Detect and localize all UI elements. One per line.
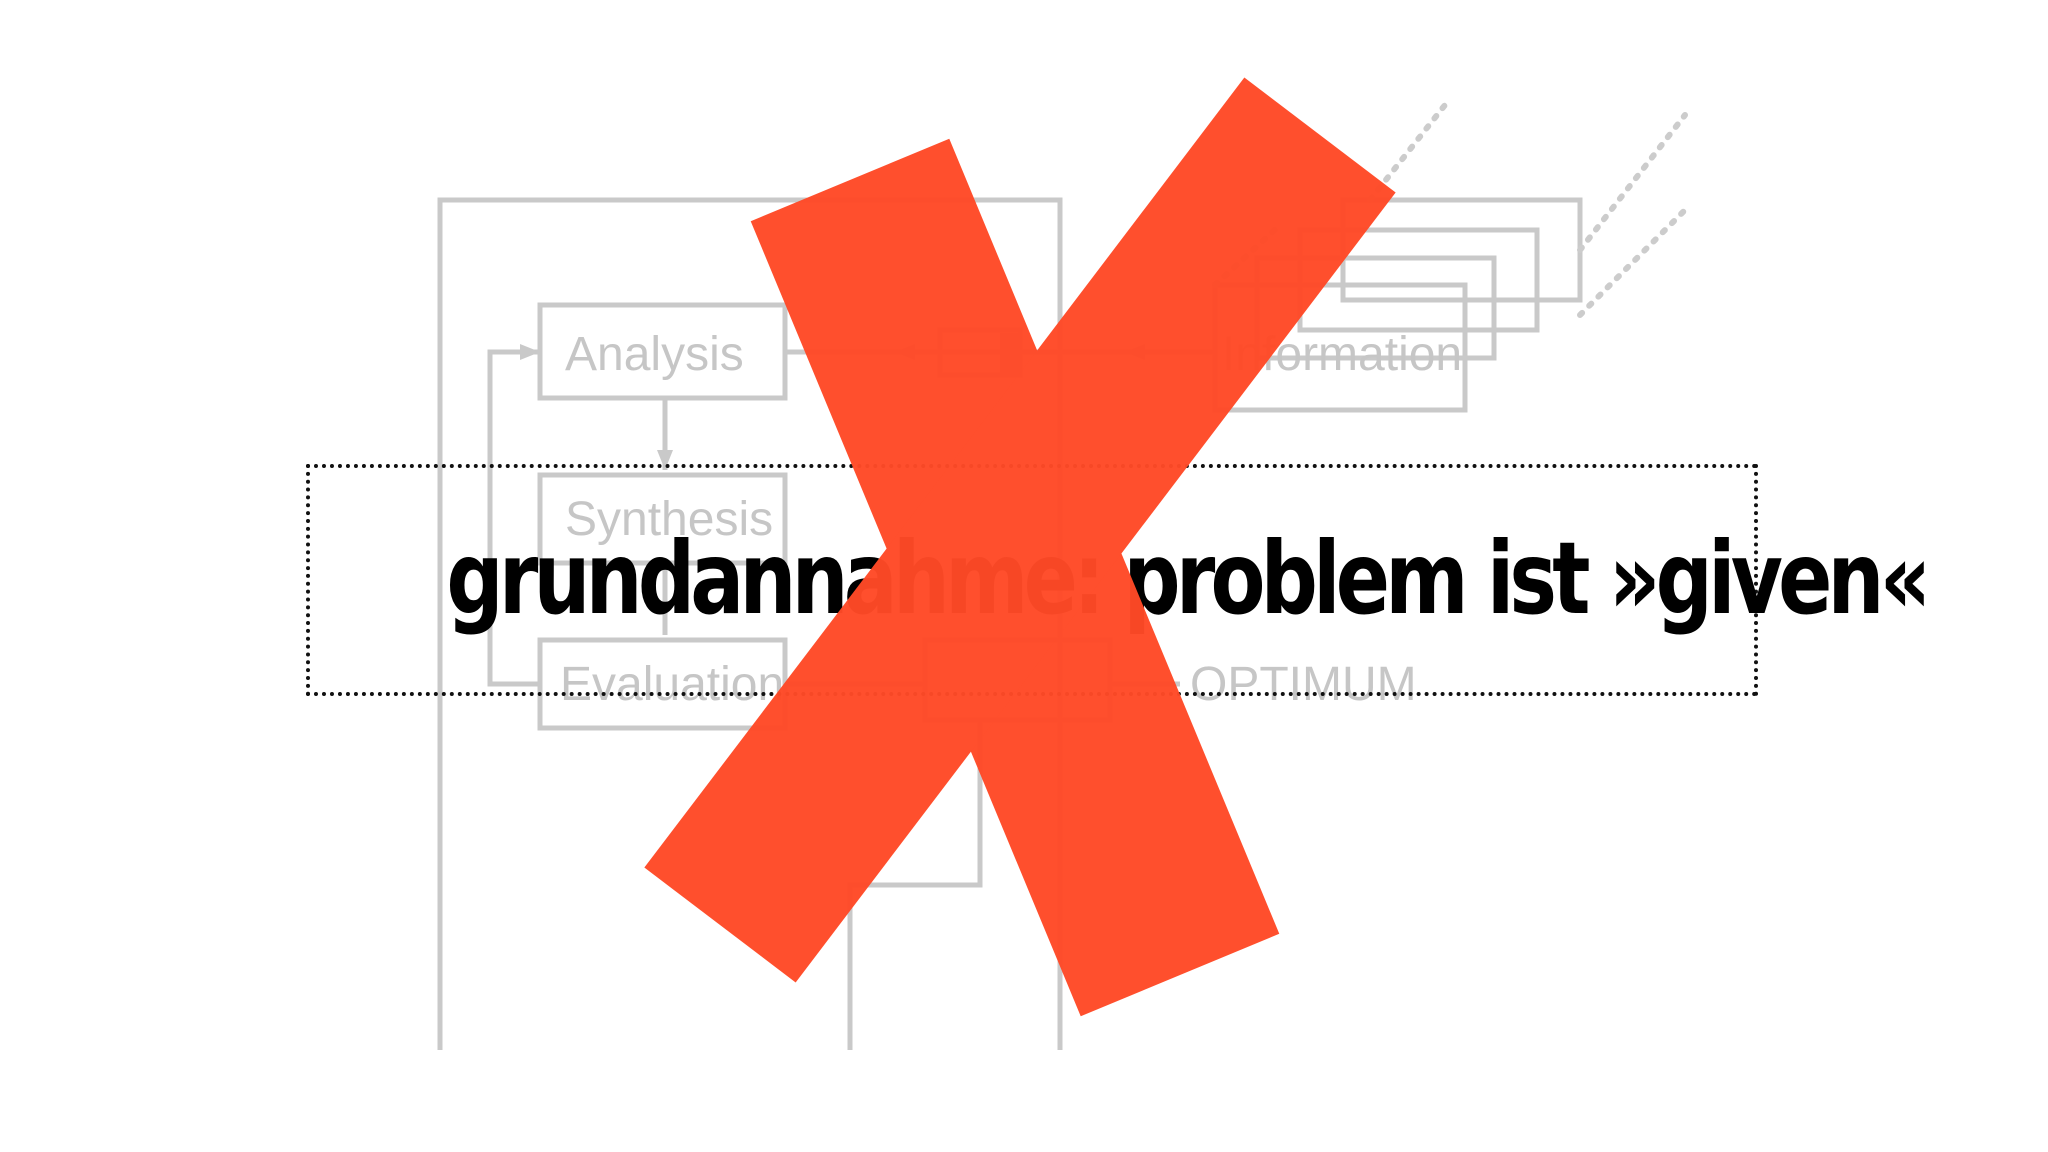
information-stack-layer-3 <box>1297 227 1540 333</box>
slide: Analysis Synthesis Evaluation Informatio… <box>0 0 2048 1152</box>
analysis-label: Analysis <box>565 328 744 381</box>
information-label: Information <box>1222 328 1462 381</box>
slide-caption: grundannahme: problem ist »given« <box>446 520 1931 637</box>
